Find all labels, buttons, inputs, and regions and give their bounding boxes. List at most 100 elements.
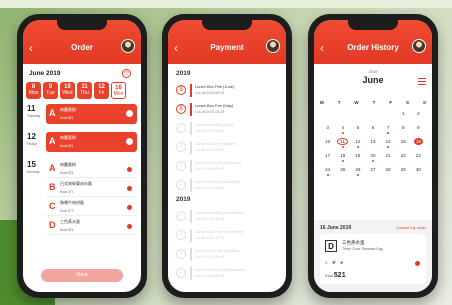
avatar[interactable] — [266, 39, 280, 53]
meal-option[interactable]: A 肉醬意粉 Kcal 521 — [46, 104, 137, 124]
calendar-day[interactable]: 16 — [411, 138, 426, 150]
day-weekday: Tue — [46, 90, 55, 96]
background-band — [0, 0, 452, 8]
cancel-order-link[interactable]: Cancel my order — [397, 225, 426, 230]
payment-item[interactable]: ✓ Lunch Box Fee (March) Cut-off 2019-03-05 — [176, 139, 280, 157]
weekday-label: W — [354, 100, 359, 105]
order-header: ‹ Order — [23, 20, 141, 64]
payment-item[interactable]: ✓ Lunch Box Fee (September) Cut-off 2018-0… — [176, 265, 280, 283]
day-chip[interactable]: 12 Fri — [94, 82, 109, 99]
day-number: 9 — [417, 125, 420, 130]
weekday-label: S — [406, 100, 410, 105]
day-chip[interactable]: 8 Mon — [26, 82, 41, 99]
calendar-day[interactable]: 15 — [396, 139, 411, 150]
day-chip[interactable]: 11 Thu — [77, 82, 92, 99]
status-bar — [190, 103, 192, 116]
day-number: 17 — [325, 153, 331, 158]
payment-title: Lunch Box Fee (December) — [195, 210, 245, 215]
payment-cutoff: Cut-off 2019-03-05 — [195, 148, 225, 152]
day-number: 21 — [385, 153, 391, 158]
calendar-day[interactable]: 10 — [320, 139, 335, 150]
calendar-day[interactable]: 4 — [335, 125, 350, 136]
payment-item[interactable]: ✓ Lunch Box Fee (January) Cut-off 2019-01-… — [176, 177, 280, 195]
calendar-day[interactable]: 19 — [350, 153, 365, 164]
day-number: 15 — [400, 139, 406, 144]
status-bar — [190, 179, 192, 192]
day-chip[interactable]: 16 Mon — [111, 82, 126, 99]
meal-option[interactable]: A 肉醬意粉 Kcal 521 — [46, 160, 137, 178]
calendar-day[interactable]: 13 — [365, 139, 380, 150]
day-number: 4 — [341, 125, 344, 130]
calendar-day[interactable]: 18 — [335, 153, 350, 164]
day-chip[interactable]: 10 Wed — [60, 82, 75, 99]
calendar-day[interactable]: 6 — [365, 125, 380, 136]
day-number: 25 — [340, 167, 346, 172]
payment-item[interactable]: ✓ Lunch Box Fee (October) Cut-off 2018-10-… — [176, 246, 280, 264]
list-view-icon[interactable] — [418, 78, 426, 85]
payment-item[interactable]: $ Lunch Box Fee (May) Cut-off 2019-05-08 — [176, 101, 280, 119]
history-screen: ‹ Order History 2019 June MTWTFSS 123456… — [314, 20, 432, 292]
calendar-day[interactable]: 11 — [335, 138, 350, 150]
calendar-day[interactable]: 29 — [396, 167, 411, 178]
calendar-day[interactable]: 30 — [411, 167, 426, 178]
meal-letter: A — [49, 108, 56, 118]
weekday-label: T — [337, 100, 341, 105]
notch — [57, 20, 107, 30]
calendar-day[interactable]: 24 — [320, 167, 335, 178]
calendar-day[interactable]: 28 — [381, 167, 396, 178]
day-number: 24 — [325, 167, 331, 172]
payment-cutoff: Cut-off 2018-11-05 — [195, 236, 225, 240]
weekday-header: MTWTFSS — [320, 100, 426, 105]
calendar-day[interactable]: 23 — [411, 153, 426, 164]
day-selector: 8 Mon 9 Tue 10 Wed 11 Thu 12 Fri 16 Mon — [26, 82, 126, 99]
payment-title: Lunch Box Fee (January) — [195, 179, 240, 184]
payment-item[interactable]: ✓ Lunch Box Fee (November) Cut-off 2018-11… — [176, 227, 280, 245]
calendar-day[interactable]: 26 — [350, 167, 365, 178]
check-circle-icon: ✓ — [176, 161, 186, 171]
calendar-day[interactable]: 25 — [335, 167, 350, 178]
day-number: 22 — [400, 153, 406, 158]
year-label: 2019 — [176, 196, 191, 203]
day-number: 18 — [340, 153, 346, 158]
calendar-day[interactable]: 17 — [320, 153, 335, 164]
day-number: 19 — [355, 153, 361, 158]
day-chip[interactable]: 9 Tue — [43, 82, 58, 99]
payment-cutoff: Cut-off 2019-01-05 — [195, 186, 225, 190]
payment-item[interactable]: ✓ Lunch Box Fee (April) Cut-off 2019-04-05 — [176, 120, 280, 138]
meal-option[interactable]: A 肉醬意粉 Kcal 521 — [46, 132, 137, 152]
meal-option[interactable]: D 三色蒸水蛋 Kcal 521 — [46, 217, 137, 235]
payment-item[interactable]: $ Lunch Box Fee (June) Cut-off 2019-06-05 — [176, 82, 280, 100]
avatar[interactable] — [412, 39, 426, 53]
calendar-day[interactable]: 5 — [350, 125, 365, 136]
calendar-day[interactable]: 8 — [396, 125, 411, 136]
day-number: 12 — [355, 139, 361, 144]
avatar[interactable] — [121, 39, 135, 53]
calendar-day[interactable]: 21 — [381, 153, 396, 164]
calendar-day[interactable]: 1 — [396, 111, 411, 122]
calendar-day[interactable]: 7 — [381, 125, 396, 136]
payment-item[interactable]: ✓ Lunch Box Fee (December) Cut-off 2018-12… — [176, 208, 280, 226]
day-number: 26 — [355, 167, 361, 172]
meal-letter: D — [49, 220, 56, 230]
calendar-day[interactable]: 20 — [365, 153, 380, 164]
meal-kcal: Kcal 521 — [60, 144, 74, 148]
calendar-day[interactable]: 3 — [320, 125, 335, 136]
dish-name-en: Three Color Steamed Egg — [342, 247, 383, 251]
phone-payment: ‹ Payment 2019 $ Lunch Box Fee (June) Cut-o… — [162, 14, 292, 298]
meal-option[interactable]: B 日式肉碎粟米炒飯 Kcal 377 — [46, 179, 137, 197]
payment-header: ‹ Payment — [168, 20, 286, 64]
calendar-day[interactable]: 12 — [350, 139, 365, 150]
status-bar — [190, 141, 192, 154]
next-button[interactable]: Next — [41, 269, 123, 282]
calendar-icon[interactable]: ◷ — [122, 69, 131, 78]
meal-letter: C — [49, 201, 56, 211]
calendar-day[interactable]: 9 — [411, 125, 426, 136]
calendar-day[interactable]: 27 — [365, 167, 380, 178]
calendar-day[interactable]: 14 — [381, 139, 396, 150]
calendar-day[interactable]: 2 — [411, 111, 426, 122]
meal-option[interactable]: C 咖喱牛肉拼飯 Kcal 377 — [46, 198, 137, 216]
meal-kcal: Kcal 521 — [60, 171, 74, 175]
calendar-day[interactable]: 22 — [396, 153, 411, 164]
day-number: 13 — [370, 139, 376, 144]
payment-item[interactable]: ✓ Lunch Box Fee (February) Cut-off 2019-02… — [176, 158, 280, 176]
